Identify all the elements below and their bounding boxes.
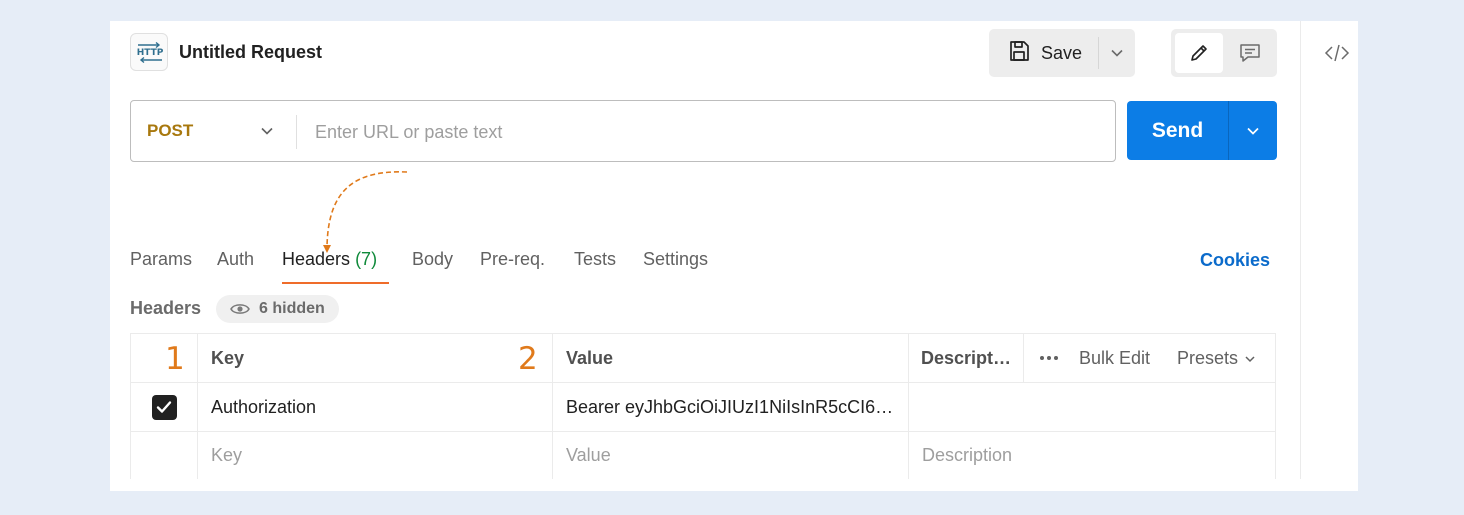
hidden-headers-toggle[interactable]: 6 hidden: [216, 295, 339, 323]
request-panel: HTTP Untitled Request Save POST Enter UR…: [110, 21, 1358, 491]
key-column-header: Key: [198, 334, 553, 382]
save-button-label: Save: [1041, 42, 1083, 63]
url-input[interactable]: [315, 115, 1095, 149]
more-options-icon[interactable]: [1036, 350, 1062, 366]
row-enable-cell: [131, 383, 198, 431]
table-header-row: Key Value Descript… Bulk Edit Presets 1 …: [131, 334, 1275, 383]
new-key-input[interactable]: Key: [198, 432, 553, 479]
tab-body[interactable]: Body: [412, 249, 453, 270]
row-enabled-checkbox[interactable]: [151, 394, 177, 420]
url-bar: POST: [130, 100, 1116, 162]
tab-auth[interactable]: Auth: [217, 249, 254, 270]
pencil-icon: [1191, 45, 1207, 61]
checkmark-icon: [156, 401, 172, 413]
tab-headers-label: Headers: [282, 249, 351, 269]
send-options-dropdown[interactable]: [1229, 101, 1277, 160]
new-header-row: Key Value Description: [131, 432, 1275, 479]
http-method-select[interactable]: POST: [147, 101, 193, 161]
row-enable-cell: [131, 432, 198, 479]
svg-text:HTTP: HTTP: [137, 48, 164, 58]
presets-dropdown[interactable]: Presets: [1177, 334, 1256, 383]
annotation-arrow: [323, 171, 408, 253]
eye-icon: [230, 304, 250, 314]
new-description-input[interactable]: Description: [909, 432, 1275, 479]
chevron-down-icon: [1245, 355, 1255, 362]
tab-pre-request[interactable]: Pre-req.: [480, 249, 545, 270]
url-divider: [296, 115, 297, 149]
header-count-badge: (7): [355, 249, 378, 269]
http-request-icon: HTTP: [130, 33, 168, 71]
value-column-header: Value: [553, 334, 909, 382]
tab-headers[interactable]: Headers (7): [282, 249, 377, 270]
headers-section-label: Headers: [130, 298, 202, 318]
save-button[interactable]: Save: [989, 29, 1098, 77]
chevron-down-icon: [1247, 127, 1259, 135]
hidden-headers-label: 6 hidden: [259, 300, 325, 317]
comments-button[interactable]: [1227, 33, 1273, 73]
header-description-cell[interactable]: [909, 383, 1024, 431]
send-button-group: Send: [1127, 101, 1277, 160]
bulk-edit-button[interactable]: Bulk Edit: [1079, 334, 1150, 383]
annotation-marker-2: 2: [518, 341, 538, 377]
tab-settings[interactable]: Settings: [643, 249, 708, 270]
comment-icon: [1240, 44, 1260, 62]
send-button[interactable]: Send: [1127, 101, 1228, 160]
save-button-group: Save: [989, 29, 1135, 77]
save-options-dropdown[interactable]: [1099, 29, 1135, 77]
description-column-header: Descript…: [909, 334, 1024, 382]
code-icon: [1324, 44, 1350, 62]
annotation-marker-1: 1: [165, 341, 185, 377]
presets-label: Presets: [1177, 348, 1239, 368]
header-value-cell[interactable]: Bearer eyJhbGciOiJIUzI1NiIsInR5cCI6…: [553, 383, 909, 431]
code-snippet-button[interactable]: [1322, 39, 1352, 67]
headers-table: Key Value Descript… Bulk Edit Presets 1 …: [130, 333, 1276, 479]
active-tab-indicator: [282, 282, 389, 284]
request-title[interactable]: Untitled Request: [179, 42, 322, 63]
header-key-cell[interactable]: Authorization: [198, 383, 553, 431]
new-value-input[interactable]: Value: [553, 432, 909, 479]
edit-mode-button[interactable]: [1175, 33, 1223, 73]
chevron-down-icon: [261, 127, 273, 135]
save-icon: [1007, 39, 1031, 68]
view-mode-toggle: [1171, 29, 1277, 77]
chevron-down-icon: [1111, 49, 1123, 57]
tab-tests[interactable]: Tests: [574, 249, 616, 270]
table-row: Authorization Bearer eyJhbGciOiJIUzI1NiI…: [131, 383, 1275, 432]
sidebar-divider: [1300, 21, 1301, 479]
tab-params[interactable]: Params: [130, 249, 192, 270]
cookies-link[interactable]: Cookies: [1200, 250, 1270, 271]
method-dropdown-toggle[interactable]: [255, 119, 279, 143]
